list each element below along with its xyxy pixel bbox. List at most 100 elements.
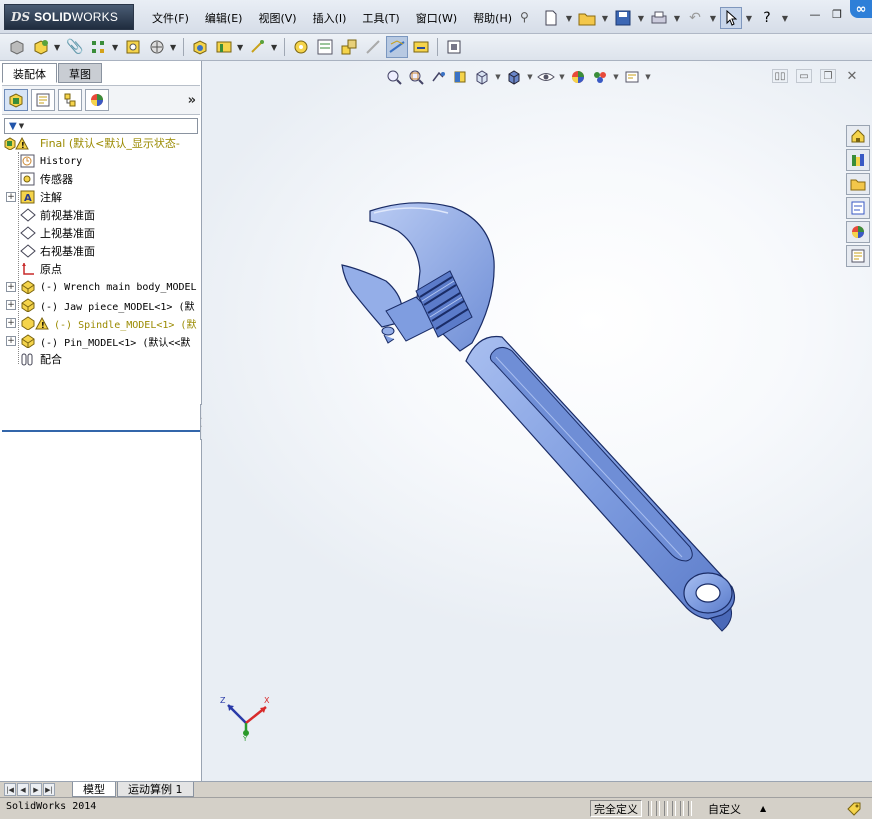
menu-item-6[interactable]: 帮助(H) — [465, 8, 520, 28]
more-tabs-chevron[interactable]: » — [188, 93, 196, 108]
instant3d-icon[interactable] — [443, 36, 465, 58]
tree-item[interactable]: + (-) Jaw piece_MODEL<1> (默 — [2, 296, 200, 314]
design-library-icon[interactable] — [846, 149, 870, 171]
open-folder-icon[interactable] — [576, 7, 598, 29]
tree-item[interactable]: + (-) Wrench main body_MODEL — [2, 278, 200, 296]
first-tab-icon[interactable]: |◀ — [4, 783, 16, 796]
window-controls: — ❐ — [806, 6, 846, 22]
tree-item[interactable]: + (-) Pin_MODEL<1> (默认<<默 — [2, 332, 200, 350]
tree-item-label: 配合 — [40, 353, 62, 366]
tree-item[interactable]: ! Final (默认<默认_显示状态- — [2, 134, 200, 152]
reference-geometry-icon[interactable] — [247, 36, 269, 58]
tree-item[interactable]: 传感器 — [2, 170, 200, 188]
linear-pattern-icon[interactable] — [88, 36, 110, 58]
smart-fasteners-icon[interactable] — [122, 36, 144, 58]
expand-icon[interactable]: + — [6, 318, 16, 328]
tree-item[interactable]: 原点 — [2, 260, 200, 278]
wrench-model[interactable] — [202, 61, 872, 781]
explode-line-sketch-icon[interactable] — [362, 36, 384, 58]
move-dropdown-icon[interactable]: ▼ — [170, 43, 178, 52]
select-arrow-icon[interactable] — [720, 7, 742, 29]
last-tab-icon[interactable]: ▶| — [43, 783, 55, 796]
interference-detection-icon[interactable] — [386, 36, 408, 58]
undo-icon[interactable]: ↶ — [684, 7, 706, 29]
pin-icon[interactable]: ⚲ — [520, 10, 529, 24]
tree-filter[interactable]: ▼ ▼ — [4, 118, 198, 134]
open-dropdown-icon[interactable]: ▼ — [600, 7, 610, 29]
view-palette-icon[interactable] — [846, 197, 870, 219]
history-icon — [20, 154, 36, 168]
mate-icon[interactable] — [30, 36, 52, 58]
graphics-area[interactable]: ▼ ▼ ▼ ▼ ▼ ▯▯ ▭ ❐ ✕ Z X Y — [202, 61, 872, 781]
menu-item-4[interactable]: 工具(T) — [354, 8, 407, 28]
insert-component-icon[interactable] — [6, 36, 28, 58]
expand-icon[interactable]: + — [6, 300, 16, 310]
file-explorer-icon[interactable] — [846, 173, 870, 195]
tab-model[interactable]: 模型 — [72, 782, 116, 797]
maximize-icon[interactable]: ❐ — [828, 6, 846, 22]
tree-item[interactable]: 右视基准面 — [2, 242, 200, 260]
ds-logo-mark: DS — [11, 10, 31, 24]
show-hidden-icon[interactable] — [189, 36, 211, 58]
menu-item-2[interactable]: 视图(V) — [250, 8, 304, 28]
clearance-verification-icon[interactable] — [410, 36, 432, 58]
rebuild-tag-icon[interactable] — [846, 800, 862, 817]
menu-item-3[interactable]: 插入(I) — [305, 8, 355, 28]
expand-icon[interactable]: + — [6, 336, 16, 346]
mate-dropdown-icon[interactable]: ▼ — [54, 43, 62, 52]
save-dropdown-icon[interactable]: ▼ — [636, 7, 646, 29]
features-dropdown-icon[interactable]: ▼ — [237, 43, 245, 52]
move-component-icon[interactable] — [146, 36, 168, 58]
assembly-toolbar: ▼ 📎 ▼ ▼ ▼ ▼ — [0, 34, 872, 61]
sensor-icon — [20, 172, 36, 186]
prev-tab-icon[interactable]: ◀ — [17, 783, 29, 796]
help-dropdown-icon[interactable]: ▼ — [780, 7, 790, 29]
print-dropdown-icon[interactable]: ▼ — [672, 7, 682, 29]
menu-item-1[interactable]: 编辑(E) — [197, 8, 251, 28]
solidworks-logo[interactable]: DS SOLIDWORKS — [4, 4, 134, 30]
select-dropdown-icon[interactable]: ▼ — [744, 7, 754, 29]
expand-icon[interactable]: + — [6, 192, 16, 202]
new-motion-study-icon[interactable] — [290, 36, 312, 58]
minimize-icon[interactable]: — — [806, 6, 824, 22]
display-manager-icon[interactable] — [85, 89, 109, 111]
menu-item-5[interactable]: 窗口(W) — [408, 8, 465, 28]
print-icon[interactable] — [648, 7, 670, 29]
save-icon[interactable] — [612, 7, 634, 29]
tree-item[interactable]: 前视基准面 — [2, 206, 200, 224]
configuration-manager-icon[interactable] — [58, 89, 82, 111]
expand-icon[interactable]: + — [6, 282, 16, 292]
tree-item[interactable]: 配合 — [2, 350, 200, 368]
new-document-icon[interactable] — [540, 7, 562, 29]
status-units[interactable]: 自定义 — [708, 800, 741, 817]
tree-item[interactable]: +! (-) Spindle_MODEL<1> (默 — [2, 314, 200, 332]
undo-dropdown-icon[interactable]: ▼ — [708, 7, 718, 29]
menu-item-0[interactable]: 文件(F) — [144, 8, 197, 28]
property-manager-icon[interactable] — [31, 89, 55, 111]
task-pane-tabs — [846, 125, 872, 267]
panel-tab-0[interactable]: 装配体 — [2, 63, 57, 83]
tree-item-label: Final (默认<默认_显示状态- — [40, 137, 180, 150]
custom-properties-icon[interactable] — [846, 245, 870, 267]
new-dropdown-icon[interactable]: ▼ — [564, 7, 574, 29]
paperclip-icon[interactable]: 📎 — [64, 36, 86, 58]
assembly-features-icon[interactable] — [213, 36, 235, 58]
units-dropdown-icon[interactable]: ▲ — [760, 800, 766, 817]
pattern-dropdown-icon[interactable]: ▼ — [112, 43, 120, 52]
exploded-view-icon[interactable] — [338, 36, 360, 58]
tree-item-label: History — [40, 155, 83, 167]
tab-motion-study[interactable]: 运动算例 1 — [117, 782, 194, 797]
connect-icon[interactable]: ∞ — [850, 0, 872, 18]
tree-item[interactable]: History — [2, 152, 200, 170]
help-icon[interactable]: ? — [756, 7, 778, 29]
solidworks-resources-icon[interactable] — [846, 125, 870, 147]
next-tab-icon[interactable]: ▶ — [30, 783, 42, 796]
reference-dropdown-icon[interactable]: ▼ — [271, 43, 279, 52]
feature-manager-icon[interactable] — [4, 89, 28, 111]
bill-of-materials-icon[interactable] — [314, 36, 336, 58]
tree-item[interactable]: + A 注解 — [2, 188, 200, 206]
appearances-icon[interactable] — [846, 221, 870, 243]
tree-item[interactable]: 上视基准面 — [2, 224, 200, 242]
panel-tab-1[interactable]: 草图 — [58, 63, 102, 83]
rollback-bar[interactable] — [2, 430, 200, 432]
